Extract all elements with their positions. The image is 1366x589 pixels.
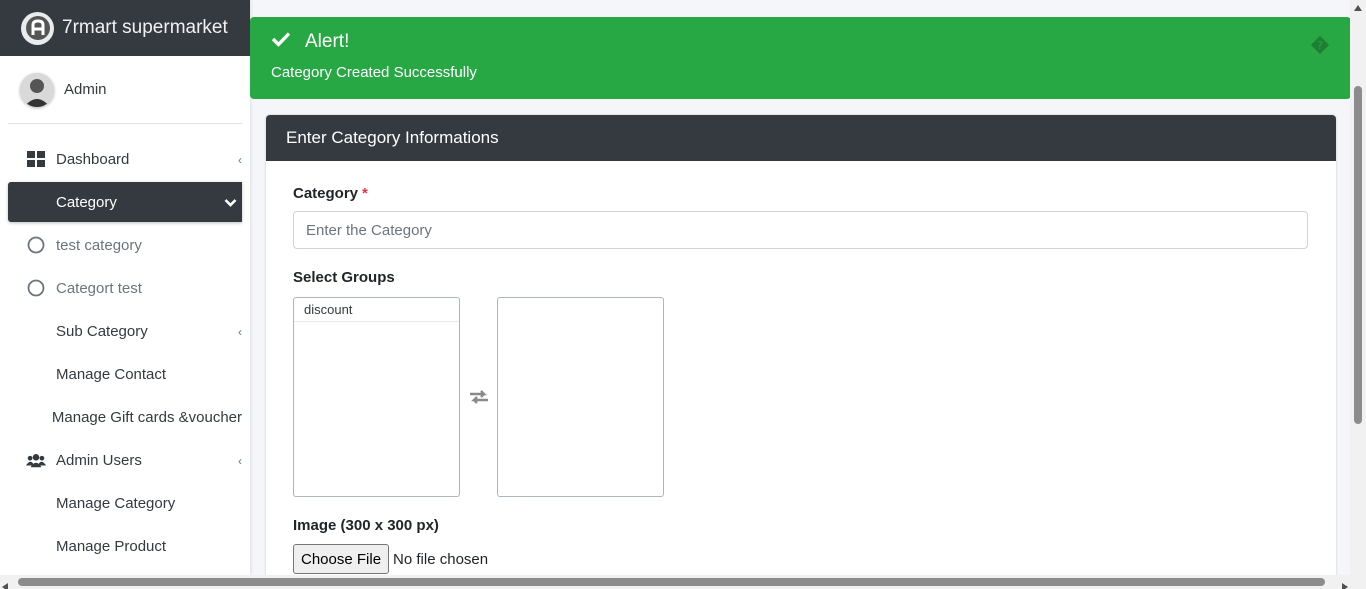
sidebar-item-label: Manage Contact	[56, 365, 167, 383]
circle-icon	[26, 235, 46, 255]
dashboard-icon	[26, 149, 46, 169]
sidebar-item-label: Manage Category	[56, 494, 176, 512]
user-name: Admin	[64, 81, 107, 98]
angle-left-icon: ‹	[238, 454, 242, 468]
angle-left-icon: ‹	[238, 325, 242, 339]
svg-text:?: ?	[1317, 39, 1323, 52]
angle-left-icon: ‹	[238, 153, 242, 167]
sidebar-item-sub-category[interactable]: Sub Category ‹	[8, 311, 242, 351]
scroll-left-icon[interactable]	[2, 578, 8, 589]
sidebar-item-dashboard[interactable]: Dashboard ‹	[8, 139, 242, 179]
select-groups-label: Select Groups	[293, 269, 395, 286]
main-content: Alert! Category Created Successfully ? E…	[250, 0, 1350, 575]
vertical-scroll-thumb[interactable]	[1354, 86, 1362, 424]
user-panel[interactable]: Admin	[8, 56, 242, 124]
transfer-arrows-icon[interactable]	[460, 389, 497, 405]
scroll-up-icon[interactable]	[1350, 0, 1366, 16]
scroll-right-icon[interactable]	[1342, 578, 1348, 589]
vertical-scrollbar[interactable]	[1350, 0, 1366, 575]
sidebar-item-manage-product[interactable]: Manage Product	[8, 526, 242, 566]
horizontal-scroll-thumb[interactable]	[18, 578, 1325, 586]
chevron-down-icon	[224, 195, 237, 212]
sidebar-item-manage-gift-cards[interactable]: Manage Gift cards &voucher	[8, 397, 242, 437]
available-groups-list[interactable]: discount	[293, 297, 460, 497]
choose-file-button[interactable]: Choose File	[293, 544, 390, 574]
card-header: Enter Category Informations	[266, 115, 1336, 161]
users-icon	[26, 450, 46, 470]
sidebar: 7rmart supermarket Admin Dashboard ‹ Cat…	[0, 0, 250, 575]
file-input: Choose File No file chosen	[293, 544, 1309, 574]
sidebar-item-test-category[interactable]: test category	[8, 225, 242, 265]
sidebar-item-label: Admin Users	[56, 451, 142, 469]
image-label: Image (300 x 300 px)	[293, 517, 439, 534]
horizontal-scrollbar[interactable]	[0, 575, 1366, 589]
brand-title: 7rmart supermarket	[62, 17, 228, 38]
alert-message: Category Created Successfully	[271, 64, 477, 81]
sidebar-item-label: Categort test	[56, 279, 142, 297]
list-item[interactable]: discount	[294, 298, 459, 322]
category-form-card: Enter Category Informations Category* Se…	[266, 115, 1336, 575]
sidebar-nav: Dashboard ‹ Category test category Categ…	[8, 124, 242, 566]
brand-logo-icon	[21, 11, 54, 45]
groups-dual-listbox: discount	[293, 297, 1309, 497]
category-input[interactable]	[293, 211, 1308, 249]
avatar	[20, 72, 54, 107]
check-icon	[271, 31, 291, 53]
sidebar-item-label: Manage Gift cards &voucher	[51, 408, 242, 426]
circle-icon	[26, 278, 46, 298]
sidebar-item-category[interactable]: Category	[8, 182, 242, 222]
sidebar-item-label: Manage Product	[56, 537, 167, 555]
sidebar-item-label: Category	[56, 193, 117, 211]
required-mark: *	[362, 185, 368, 202]
sidebar-item-categort-test[interactable]: Categort test	[8, 268, 242, 308]
sidebar-item-label: Dashboard	[56, 150, 130, 168]
question-diamond-icon[interactable]: ?	[1310, 35, 1330, 55]
sidebar-item-admin-users[interactable]: Admin Users ‹	[8, 440, 242, 480]
success-alert: Alert! Category Created Successfully ?	[250, 17, 1350, 99]
selected-groups-list[interactable]	[497, 297, 664, 497]
category-label: Category *	[293, 185, 368, 202]
sidebar-item-label: test category	[56, 236, 142, 254]
brand-link[interactable]: 7rmart supermarket	[0, 0, 250, 56]
file-status: No file chosen	[393, 550, 489, 568]
sidebar-item-manage-category[interactable]: Manage Category	[8, 483, 242, 523]
alert-title: Alert!	[305, 31, 350, 52]
sidebar-item-label: Sub Category	[56, 322, 148, 340]
sidebar-item-manage-contact[interactable]: Manage Contact	[8, 354, 242, 394]
